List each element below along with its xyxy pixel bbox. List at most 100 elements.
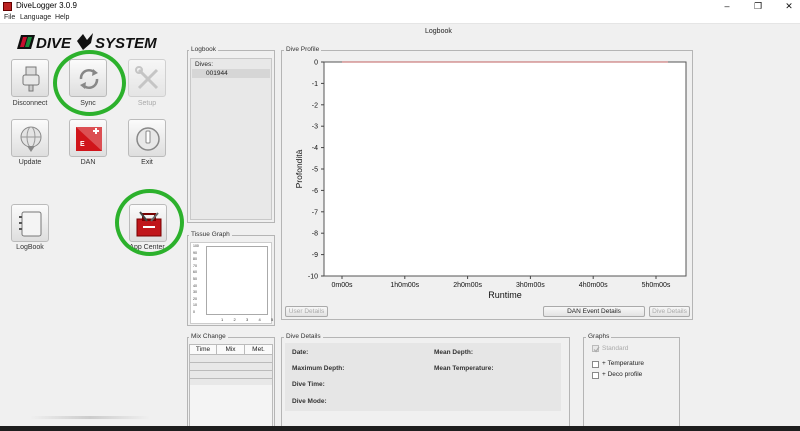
mean-depth-label: Mean Depth:	[434, 349, 473, 356]
graphs-title: Graphs	[586, 333, 612, 340]
dive-time-label: Dive Time:	[292, 381, 325, 388]
tissue-y-tick-label: 60	[193, 270, 197, 275]
y-tick-label: -7	[312, 209, 318, 216]
window-title: DiveLogger 3.0.9	[16, 1, 77, 10]
svg-text:SYSTEM: SYSTEM	[95, 35, 157, 52]
page-title: Logbook	[425, 28, 452, 35]
max-depth-label: Maximum Depth:	[292, 365, 345, 372]
menu-file[interactable]: File	[4, 14, 15, 21]
user-details-button[interactable]: User Details	[285, 306, 328, 317]
x-tick-label: 3h0m00s	[516, 282, 545, 289]
dive-profile-title: Dive Profile	[284, 46, 322, 53]
column-header-met[interactable]: Met.	[245, 345, 272, 355]
y-tick-label: -2	[312, 102, 318, 109]
menu-help[interactable]: Help	[55, 14, 69, 21]
dan-flag-icon: E	[76, 127, 102, 151]
standard-label: Standard	[602, 345, 629, 352]
y-tick-label: -10	[308, 274, 318, 281]
deco-profile-checkbox[interactable]	[592, 372, 599, 379]
deco-profile-label: + Deco profile	[602, 371, 643, 378]
tissue-x-tick-label: 3	[246, 317, 249, 322]
dan-label: DAN	[80, 159, 96, 166]
logbook-panel-title: Logbook	[189, 46, 218, 53]
tissue-y-tick-label: 40	[193, 283, 197, 288]
app-icon	[3, 2, 12, 11]
y-tick-label: -4	[312, 145, 318, 152]
app-center-highlight-circle	[115, 189, 184, 256]
list-item[interactable]: 001944	[192, 69, 270, 78]
tissue-graph-area: 100 90 80 70 60 50 40 30 20 10 0 12345	[190, 242, 274, 324]
exit-label: Exit	[141, 159, 153, 166]
standard-checkbox[interactable]	[592, 345, 600, 353]
y-tick-label: -9	[312, 252, 318, 259]
date-label: Date:	[292, 349, 309, 356]
y-tick-label: -1	[312, 81, 318, 88]
dan-event-details-button[interactable]: DAN Event Details	[543, 306, 645, 317]
tissue-y-tick-label: 30	[193, 290, 197, 295]
exit-button[interactable]	[128, 119, 166, 157]
disconnect-label: Disconnect	[12, 100, 48, 107]
mix-table-rows	[190, 355, 272, 385]
tissue-y-tick-label: 80	[193, 257, 197, 262]
tissue-y-tick-label: 100	[193, 244, 199, 248]
logbook-label: LogBook	[16, 244, 44, 251]
svg-text:E: E	[80, 141, 85, 148]
x-tick-label: 2h0m00s	[453, 282, 482, 289]
tissue-plot-frame	[206, 246, 268, 315]
mix-change-title: Mix Change	[189, 333, 228, 340]
check-icon	[593, 346, 600, 353]
plot-frame	[323, 61, 687, 277]
taskbar	[0, 426, 800, 431]
plug-icon	[22, 66, 40, 92]
maximize-button[interactable]: ❐	[743, 0, 773, 13]
dives-list[interactable]: Dives: 001944	[190, 58, 272, 220]
tissue-x-tick-label: 2	[233, 317, 236, 322]
update-button[interactable]	[11, 119, 49, 157]
setup-button[interactable]	[128, 59, 166, 97]
tissue-y-tick-label: 0	[193, 310, 195, 314]
tissue-y-tick-label: 20	[193, 296, 197, 301]
tissue-x-tick-label: 5	[271, 317, 274, 322]
y-tick-label: -6	[312, 188, 318, 195]
sync-highlight-circle	[53, 50, 126, 116]
dive-mode-label: Dive Mode:	[292, 398, 327, 405]
y-tick-label: 0	[314, 60, 318, 67]
y-axis-label: Profondità	[294, 149, 304, 188]
notebook-icon	[19, 211, 42, 237]
x-tick-label: 0m00s	[331, 282, 353, 289]
x-tick-label: 5h0m00s	[642, 282, 671, 289]
close-button[interactable]: ✕	[774, 0, 800, 13]
x-tick-label: 4h0m00s	[579, 282, 608, 289]
y-tick-label: -3	[312, 124, 318, 131]
tissue-y-tick-label: 70	[193, 263, 197, 268]
temperature-checkbox[interactable]	[592, 361, 599, 368]
dan-button[interactable]: E	[69, 119, 107, 157]
menu-language[interactable]: Language	[20, 14, 51, 21]
dive-details-button[interactable]: Dive Details	[649, 306, 690, 317]
logbook-button[interactable]	[11, 204, 49, 242]
dive-profile-chart: 0 -1 -2 -3 -4 -5 -6 -7 -8 -9 -10 0m00s 1h0m00s 2h0m00…	[294, 60, 687, 300]
tissue-x-tick-label: 4	[258, 317, 261, 322]
update-label: Update	[18, 159, 42, 166]
disconnect-button[interactable]	[11, 59, 49, 97]
dive-details-title: Dive Details	[284, 333, 323, 340]
tissue-y-tick-label: 90	[193, 250, 197, 255]
tissue-x-tick-label: 1	[221, 317, 224, 322]
tissue-y-tick-label: 50	[193, 277, 197, 281]
x-tick-label: 1h0m00s	[390, 282, 419, 289]
dives-label: Dives:	[195, 61, 214, 68]
setup-label: Setup	[137, 100, 157, 107]
mix-change-table: Time Mix Met.	[189, 344, 273, 431]
column-header-time[interactable]: Time	[190, 345, 217, 355]
svg-text:DIVE: DIVE	[36, 35, 72, 52]
x-axis-label: Runtime	[488, 290, 522, 300]
globe-update-icon	[20, 126, 42, 152]
tools-icon	[135, 66, 159, 90]
sidebar-divider	[30, 416, 150, 419]
column-header-mix[interactable]: Mix	[217, 345, 245, 355]
temperature-label: + Temperature	[602, 360, 644, 367]
minimize-button[interactable]: –	[712, 0, 742, 13]
y-tick-label: -5	[312, 167, 318, 174]
power-icon	[136, 127, 160, 151]
tissue-graph-title: Tissue Graph	[189, 231, 232, 238]
